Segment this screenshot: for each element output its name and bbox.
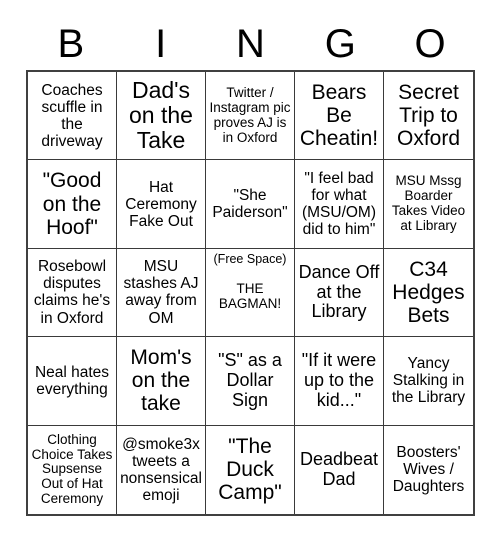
- bingo-header-letter-b: B: [57, 22, 85, 66]
- bingo-cell-text: Twitter / Instagram pic proves AJ is in …: [209, 85, 291, 145]
- bingo-cell[interactable]: Dance Off at the Library: [295, 248, 384, 338]
- bingo-cell[interactable]: @smoke3x tweets a nonsensical emoji: [117, 425, 206, 514]
- bingo-cell[interactable]: Secret Trip to Oxford: [384, 72, 473, 161]
- bingo-cell-text: Bears Be Cheatin!: [299, 81, 379, 151]
- bingo-cell[interactable]: "If it were up to the kid...": [295, 337, 384, 426]
- bingo-cell[interactable]: Twitter / Instagram pic proves AJ is in …: [206, 72, 295, 161]
- bingo-cell-text: C34 Hedges Bets: [392, 257, 465, 328]
- free-space-text: THE BAGMAN!: [218, 280, 282, 312]
- bingo-card: B I N G O Coaches scuffle in the drivewa…: [0, 0, 500, 544]
- bingo-cell[interactable]: Rosebowl disputes claims he's in Oxford: [28, 248, 117, 338]
- bingo-cell-text: Coaches scuffle in the driveway: [41, 81, 103, 150]
- bingo-cell[interactable]: "Good on the Hoof": [28, 160, 117, 249]
- bingo-cell-text: Boosters' Wives / Daughters: [392, 444, 465, 496]
- bingo-cell[interactable]: "The Duck Camp": [206, 425, 295, 514]
- bingo-cell-text: Mom's on the take: [130, 346, 192, 416]
- bingo-cell[interactable]: Deadbeat Dad: [295, 425, 384, 514]
- bingo-cell-text: "She Paiderson": [212, 187, 288, 222]
- bingo-header-row: B I N G O: [26, 18, 475, 70]
- bingo-grid: Coaches scuffle in the driveway Dad's on …: [26, 70, 475, 516]
- bingo-cell[interactable]: "I feel bad for what (MSU/OM) did to him…: [295, 160, 384, 249]
- bingo-cell-text: "If it were up to the kid...": [301, 350, 377, 410]
- bingo-cell-text: MSU stashes AJ away from OM: [123, 258, 199, 327]
- bingo-cell-text: Dad's on the Take: [129, 76, 193, 154]
- bingo-cell-text: Secret Trip to Oxford: [396, 81, 461, 151]
- bingo-cell[interactable]: C34 Hedges Bets: [384, 248, 473, 338]
- bingo-cell-text: Clothing Choice Takes Supsense Out of Ha…: [31, 431, 113, 507]
- bingo-cell-text: Yancy Stalking in the Library: [391, 355, 466, 407]
- bingo-cell-text: Deadbeat Dad: [299, 449, 379, 489]
- bingo-cell-text: Rosebowl disputes claims he's in Oxford: [33, 258, 111, 327]
- bingo-cell-text: Hat Ceremony Fake Out: [125, 178, 197, 230]
- bingo-cell[interactable]: MSU stashes AJ away from OM: [117, 248, 206, 338]
- bingo-cell[interactable]: Coaches scuffle in the driveway: [28, 72, 117, 161]
- bingo-cell[interactable]: Clothing Choice Takes Supsense Out of Ha…: [28, 425, 117, 514]
- free-space-label: (Free Space): [213, 251, 287, 266]
- bingo-cell[interactable]: Bears Be Cheatin!: [295, 72, 384, 161]
- bingo-cell[interactable]: "S" as a Dollar Sign: [206, 337, 295, 426]
- bingo-cell[interactable]: Yancy Stalking in the Library: [384, 337, 473, 426]
- bingo-cell-free-space[interactable]: (Free Space) THE BAGMAN!: [206, 248, 295, 338]
- bingo-cell-text: MSU Mssg Boarder Takes Video at Library: [391, 173, 466, 233]
- bingo-cell[interactable]: Neal hates everything: [28, 337, 117, 426]
- bingo-header-letter-o: O: [414, 22, 446, 66]
- bingo-cell[interactable]: "She Paiderson": [206, 160, 295, 249]
- bingo-cell[interactable]: Boosters' Wives / Daughters: [384, 425, 473, 514]
- bingo-cell[interactable]: Dad's on the Take: [117, 72, 206, 161]
- bingo-cell-text: Neal hates everything: [34, 363, 110, 398]
- bingo-cell-text: "S" as a Dollar Sign: [218, 350, 282, 410]
- bingo-cell-text: @smoke3x tweets a nonsensical emoji: [120, 435, 202, 504]
- bingo-cell-text: "Good on the Hoof": [42, 169, 102, 239]
- bingo-header-letter-i: I: [155, 22, 167, 66]
- bingo-cell-text: "I feel bad for what (MSU/OM) did to him…: [301, 170, 377, 239]
- bingo-cell-text: Dance Off at the Library: [298, 261, 380, 322]
- bingo-cell[interactable]: Hat Ceremony Fake Out: [117, 160, 206, 249]
- bingo-cell-text: "The Duck Camp": [218, 435, 282, 505]
- bingo-cell[interactable]: MSU Mssg Boarder Takes Video at Library: [384, 160, 473, 249]
- bingo-header-letter-n: N: [236, 22, 265, 66]
- bingo-header-letter-g: G: [324, 22, 356, 66]
- bingo-cell[interactable]: Mom's on the take: [117, 337, 206, 426]
